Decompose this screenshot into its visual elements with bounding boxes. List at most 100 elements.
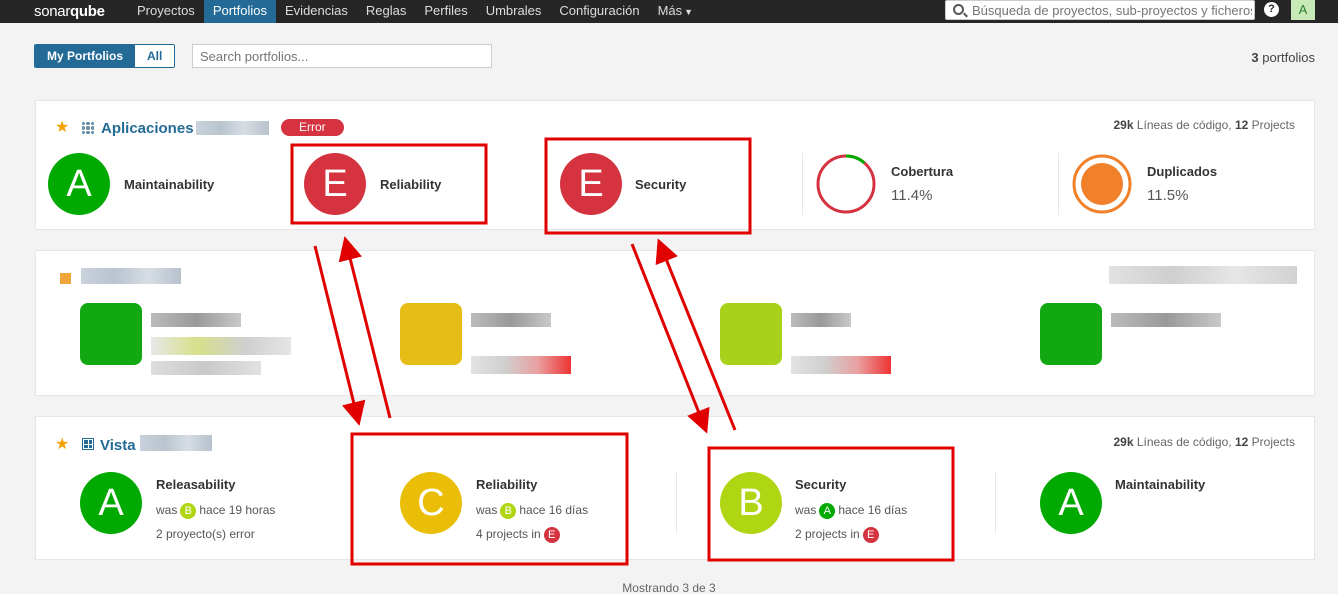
portfolio-title[interactable]: Vista [100, 437, 136, 454]
portfolio-card-aplicaciones: ★ Aplicaciones Error 29k Líneas de códig… [35, 100, 1315, 230]
redacted-rating [1040, 303, 1102, 365]
star-icon[interactable]: ★ [55, 117, 69, 137]
status-badge: Error [281, 119, 344, 136]
redacted-line [791, 356, 891, 374]
nav-item-evidencias[interactable]: Evidencias [276, 0, 357, 23]
history-date: hace 19 horas [199, 503, 276, 518]
history-date: hace 16 días [519, 503, 589, 518]
divider [802, 153, 803, 215]
security-rating[interactable]: E [560, 153, 622, 215]
divider [995, 473, 996, 533]
portfolio-count: 3 portfolios [1251, 50, 1315, 65]
redacted-star-icon [60, 273, 71, 284]
main-menu: Proyectos Portfolios Evidencias Reglas P… [128, 0, 702, 23]
maintainability-label: Maintainability [124, 177, 215, 192]
portfolio-icon [82, 122, 94, 134]
releasability-detail[interactable]: 2 proyecto(s) error [156, 527, 255, 541]
maintainability-rating[interactable]: A [1040, 472, 1102, 534]
sonarqube-logo[interactable]: sonarqube [34, 3, 105, 20]
redacted-label [151, 313, 241, 327]
duplications-value[interactable]: 11.5% [1147, 187, 1188, 204]
detail-prefix: 2 projects in [795, 527, 860, 542]
releasability-history: was Bhace 19 horas [156, 503, 275, 519]
security-rating[interactable]: B [720, 472, 782, 534]
redacted-name [140, 435, 212, 451]
was-prefix: was [156, 503, 178, 518]
pagination-summary: Mostrando 3 de 3 [622, 581, 716, 594]
reliability-history: was Bhace 16 días [476, 503, 588, 519]
portfolio-summary: 29k Líneas de código, 12 Projects [1114, 118, 1296, 132]
redacted-rating [720, 303, 782, 365]
loc-label: Líneas de código, [1133, 435, 1235, 449]
nav-item-configuracion[interactable]: Configuración [550, 0, 648, 23]
detail-prefix: 4 projects in [476, 527, 541, 542]
releasability-label: Releasability [156, 477, 236, 492]
projects-label: Projects [1248, 118, 1295, 132]
all-portfolios-button[interactable]: All [135, 45, 175, 67]
nav-item-portfolios[interactable]: Portfolios [203, 0, 277, 23]
top-navigation-bar: sonarqube Proyectos Portfolios Evidencia… [0, 0, 1338, 23]
loc-count: 29k [1113, 118, 1134, 132]
redacted-rating [80, 303, 142, 365]
portfolio-filter-toggle: My Portfolios All [34, 44, 176, 68]
worst-rating-badge: E [543, 527, 560, 543]
releasability-rating[interactable]: A [80, 472, 142, 534]
was-prefix: was [795, 503, 817, 518]
security-label: Security [635, 177, 687, 192]
previous-rating-badge: B [180, 503, 197, 519]
previous-rating-badge: B [500, 503, 517, 519]
portfolio-card-redacted [35, 250, 1315, 396]
maintainability-label: Maintainability [1115, 477, 1206, 492]
nav-item-perfiles[interactable]: Perfiles [415, 0, 476, 23]
worst-rating-badge: E [862, 527, 879, 543]
coverage-label: Cobertura [891, 164, 954, 179]
global-search-input[interactable] [972, 1, 1252, 19]
reliability-detail[interactable]: 4 projects in E [476, 527, 563, 543]
portfolio-search-input[interactable] [192, 44, 492, 68]
nav-item-reglas[interactable]: Reglas [357, 0, 415, 23]
portfolio-count-label: portfolios [1258, 50, 1315, 65]
projects-label: Projects [1248, 435, 1295, 449]
redacted-summary [1109, 266, 1297, 284]
reliability-rating[interactable]: C [400, 472, 462, 534]
security-detail[interactable]: 2 projects in E [795, 527, 882, 543]
my-portfolios-button[interactable]: My Portfolios [35, 45, 136, 67]
portfolio-title[interactable]: Aplicaciones [101, 120, 194, 137]
portfolio-count-number: 3 [1251, 50, 1259, 65]
reliability-label: Reliability [380, 177, 442, 192]
duplications-label: Duplicados [1147, 164, 1218, 179]
divider [1058, 153, 1059, 215]
previous-rating-badge: A [819, 503, 836, 519]
help-icon[interactable]: ? [1264, 2, 1279, 17]
projects-count: 12 [1234, 118, 1249, 132]
nav-item-mas-label: Más [657, 3, 683, 18]
redacted-name [196, 121, 269, 135]
coverage-value[interactable]: 11.4% [891, 187, 932, 204]
history-date: hace 16 días [838, 503, 908, 518]
nav-item-proyectos[interactable]: Proyectos [128, 0, 204, 23]
caret-down-icon: ▼ [684, 7, 694, 17]
redacted-label [471, 313, 551, 327]
redacted-line [151, 361, 261, 375]
loc-label: Líneas de código, [1133, 118, 1235, 132]
reliability-rating[interactable]: E [304, 153, 366, 215]
portfolio-summary: 29k Líneas de código, 12 Projects [1114, 435, 1296, 449]
nav-item-mas[interactable]: Más ▼ [649, 0, 702, 23]
divider [676, 473, 677, 533]
maintainability-rating[interactable]: A [48, 153, 110, 215]
global-search[interactable] [945, 0, 1255, 20]
security-history: was Ahace 16 días [795, 503, 907, 519]
redacted-rating [400, 303, 462, 365]
redacted-title [81, 268, 181, 284]
search-icon [953, 4, 964, 15]
portfolio-card-vista: ★ Vista 29k Líneas de código, 12 Project… [35, 416, 1315, 560]
star-icon[interactable]: ★ [55, 434, 69, 454]
nav-item-umbrales[interactable]: Umbrales [477, 0, 551, 23]
duplications-icon[interactable] [1071, 153, 1133, 215]
user-avatar[interactable]: A [1291, 0, 1315, 20]
coverage-donut[interactable] [815, 153, 877, 215]
redacted-line [471, 356, 571, 374]
redacted-label [1111, 313, 1221, 327]
loc-count: 29k [1113, 435, 1134, 449]
projects-count: 12 [1234, 435, 1249, 449]
